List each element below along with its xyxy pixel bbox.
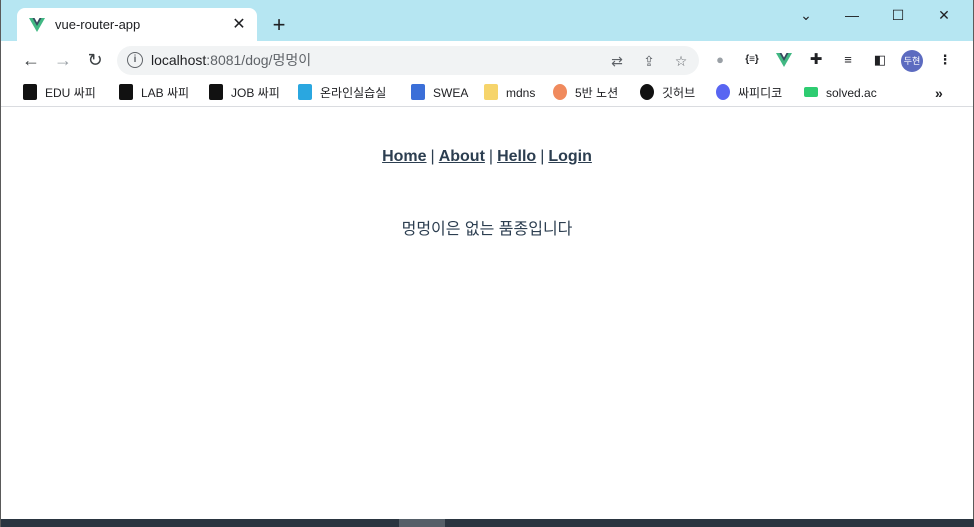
json-extension-icon[interactable]: {≡}	[742, 50, 762, 70]
forward-button[interactable]: →	[51, 48, 75, 72]
ssafy-online-icon	[298, 84, 312, 100]
page-content: Home | About | Hello | Login 멍멍이은 없는 품종입니다	[1, 108, 973, 519]
discord-icon	[716, 84, 730, 100]
maximize-button[interactable]: ☐	[875, 0, 921, 30]
bookmark-notion[interactable]: 5반 노션	[553, 84, 618, 102]
browser-window: vue-router-app ✕ + ⌄ — ☐ ✕ ← → ↻ i local…	[0, 0, 974, 527]
ssafy-icon	[209, 84, 223, 100]
taskbar-item[interactable]	[399, 519, 445, 527]
browser-toolbar: ← → ↻ i localhost:8081/dog/멍멍이 ⇄ ⇪ ☆ ● {…	[1, 41, 973, 79]
bookmark-swea[interactable]: SWEA	[411, 84, 468, 102]
nav-link-about[interactable]: About	[439, 148, 485, 165]
tab-vue-router-app[interactable]: vue-router-app ✕	[17, 8, 257, 41]
url-text[interactable]: localhost:8081/dog/멍멍이	[151, 52, 311, 69]
tab-title: vue-router-app	[55, 17, 141, 32]
ssafy-icon	[23, 84, 37, 100]
bookmark-lab-ssafy[interactable]: LAB 싸피	[119, 84, 189, 102]
router-nav: Home | About | Hello | Login	[1, 148, 973, 166]
github-icon	[640, 84, 654, 100]
site-info-icon[interactable]: i	[127, 52, 143, 68]
translate-icon[interactable]: ⇄	[607, 51, 627, 71]
side-panel-icon[interactable]: ◧	[870, 50, 890, 70]
close-window-button[interactable]: ✕	[921, 0, 967, 30]
ssafy-icon	[119, 84, 133, 100]
media-queue-icon[interactable]: ≡	[838, 50, 858, 70]
bookmarks-bar: EDU 싸피 LAB 싸피 JOB 싸피 온라인실습실 SWEA mdns 5반…	[1, 79, 973, 107]
bookmark-star-icon[interactable]: ☆	[671, 51, 691, 71]
swea-icon	[411, 84, 425, 100]
bookmark-online-lab[interactable]: 온라인실습실	[298, 84, 386, 102]
back-button[interactable]: ←	[19, 48, 43, 72]
tab-strip: vue-router-app ✕ + ⌄ — ☐ ✕	[1, 0, 973, 41]
nav-separator: |	[488, 148, 494, 165]
bookmark-mdns[interactable]: mdns	[484, 84, 535, 102]
reload-button[interactable]: ↻	[83, 48, 107, 72]
bookmark-job-ssafy[interactable]: JOB 싸피	[209, 84, 280, 102]
bookmark-edu-ssafy[interactable]: EDU 싸피	[23, 84, 96, 102]
vue-devtools-icon[interactable]	[775, 52, 793, 68]
peach-icon	[553, 84, 567, 100]
share-icon[interactable]: ⇪	[639, 51, 659, 71]
vue-logo-icon	[29, 18, 45, 32]
new-tab-button[interactable]: +	[267, 13, 291, 37]
nav-separator: |	[540, 148, 545, 165]
bookmark-github[interactable]: 깃허브	[640, 84, 695, 102]
minimize-button[interactable]: —	[829, 0, 875, 30]
nav-link-home[interactable]: Home	[382, 148, 426, 165]
bookmark-discord[interactable]: 싸피디코	[716, 84, 782, 102]
nav-link-login[interactable]: Login	[548, 148, 592, 165]
solved-ac-icon	[804, 87, 818, 97]
menu-kebab-icon[interactable]: ⋮	[935, 50, 955, 70]
folder-icon	[484, 84, 498, 100]
nav-separator: |	[430, 148, 435, 165]
nav-link-hello[interactable]: Hello	[497, 148, 536, 165]
tab-close-icon[interactable]: ✕	[229, 15, 249, 35]
github-extension-icon[interactable]: ●	[710, 50, 730, 70]
bookmarks-overflow-icon[interactable]: »	[935, 84, 951, 102]
not-found-message: 멍멍이은 없는 품종입니다	[401, 221, 573, 238]
taskbar-edge	[1, 519, 974, 527]
tab-search-button[interactable]: ⌄	[783, 0, 829, 30]
extensions-puzzle-icon[interactable]: ✚	[806, 50, 826, 70]
profile-avatar[interactable]: 두현	[901, 50, 923, 72]
bookmark-solved-ac[interactable]: solved.ac	[804, 84, 877, 102]
address-bar[interactable]: i localhost:8081/dog/멍멍이 ⇄ ⇪ ☆	[117, 46, 699, 75]
